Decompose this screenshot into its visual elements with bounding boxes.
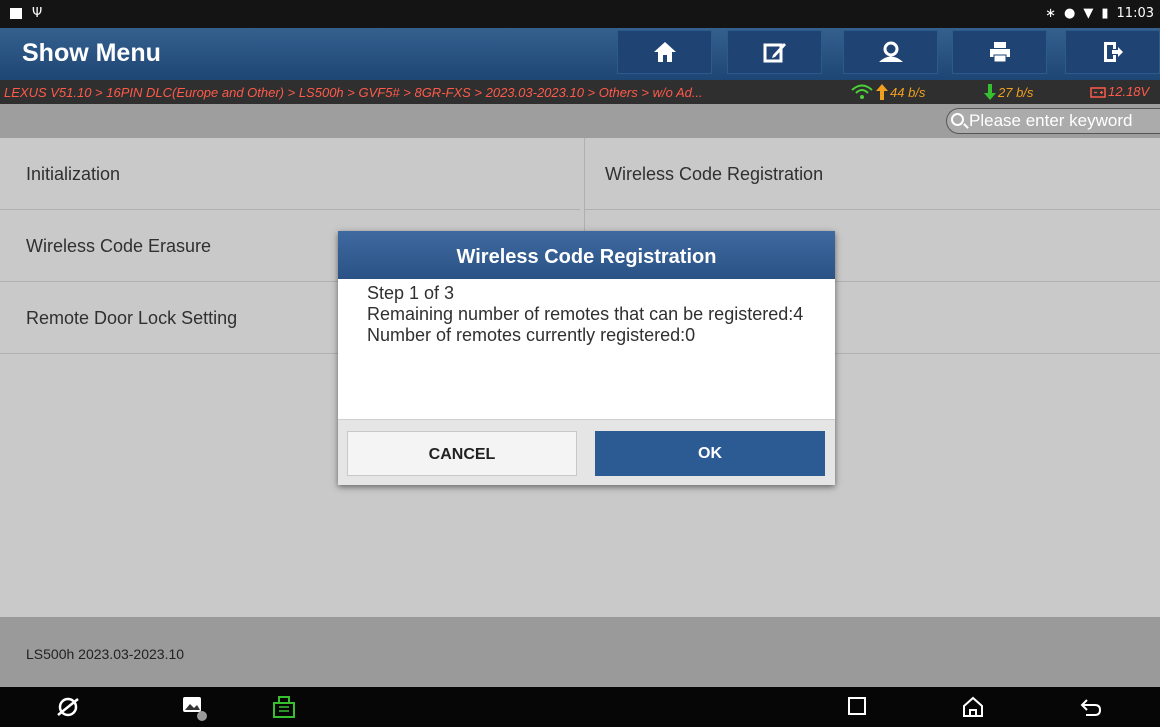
dialog-registered-remotes: Number of remotes currently registered:0 [367, 325, 696, 345]
home-icon [653, 42, 676, 62]
search-input[interactable]: Please enter keyword [946, 108, 1160, 134]
wifi-icon [851, 84, 873, 99]
dialog-step: Step 1 of 3 [367, 283, 455, 303]
app-header: Show Menu [0, 28, 1160, 80]
car-battery-icon [1090, 86, 1106, 98]
exit-button[interactable] [1065, 30, 1160, 74]
breadcrumb-bar: LEXUS V51.10 > 16PIN DLC(Europe and Othe… [0, 80, 1160, 104]
gallery-icon[interactable] [181, 695, 207, 721]
edit-icon [763, 43, 786, 63]
back-icon[interactable] [1079, 695, 1103, 719]
download-indicator: 27 b/s [984, 84, 1033, 100]
menu-item-wireless-code-registration[interactable]: Wireless Code Registration [585, 138, 1160, 210]
search-placeholder: Please enter keyword [969, 111, 1133, 130]
wireless-code-registration-dialog: Wireless Code Registration Step 1 of 3 R… [338, 231, 835, 485]
search-bar: Please enter keyword [0, 104, 1160, 138]
voltage-indicator: 12.18V [1090, 84, 1149, 99]
profile-button[interactable] [843, 30, 938, 74]
recents-icon[interactable] [846, 695, 868, 717]
cancel-button[interactable]: CANCEL [347, 431, 577, 476]
vci-icon[interactable] [271, 695, 297, 719]
exit-icon [1103, 42, 1123, 62]
search-icon [951, 113, 964, 126]
dialog-title: Wireless Code Registration [338, 231, 835, 279]
print-icon [989, 42, 1010, 63]
upload-indicator: 44 b/s [850, 84, 925, 100]
home-button[interactable] [617, 30, 712, 74]
dialog-remaining-remotes: Remaining number of remotes that can be … [367, 304, 804, 324]
bluetooth-icon: ∗ [1045, 6, 1057, 21]
upload-arrow-icon [876, 84, 888, 100]
menu-item-initialization[interactable]: Initialization [0, 138, 580, 210]
browser-icon[interactable] [56, 695, 80, 719]
vehicle-info-footer: LS500h 2023.03-2023.10 [0, 617, 1160, 687]
home-icon[interactable] [961, 695, 985, 719]
navigation-bar [0, 687, 1160, 727]
download-arrow-icon [984, 84, 996, 100]
breadcrumb: LEXUS V51.10 > 16PIN DLC(Europe and Othe… [4, 85, 703, 100]
vehicle-info: LS500h 2023.03-2023.10 [26, 646, 185, 662]
dialog-message: Step 1 of 3 Remaining number of remotes … [367, 283, 807, 346]
ok-button[interactable]: OK [595, 431, 825, 476]
print-button[interactable] [952, 30, 1047, 74]
edit-button[interactable] [727, 30, 822, 74]
wifi-status-icon: ▼ [1083, 6, 1094, 21]
screenshot-notification-icon [10, 8, 22, 19]
dnd-icon: ● [1064, 6, 1076, 21]
status-bar: Ψ ∗ ● ▼ ▮ 11:03 [0, 0, 1160, 28]
usb-notification-icon: Ψ [32, 6, 43, 21]
user-icon [878, 41, 903, 62]
clock: 11:03 [1116, 6, 1154, 21]
battery-icon: ▮ [1101, 6, 1109, 21]
dialog-button-bar: CANCEL OK [338, 419, 835, 485]
page-title: Show Menu [22, 39, 161, 67]
